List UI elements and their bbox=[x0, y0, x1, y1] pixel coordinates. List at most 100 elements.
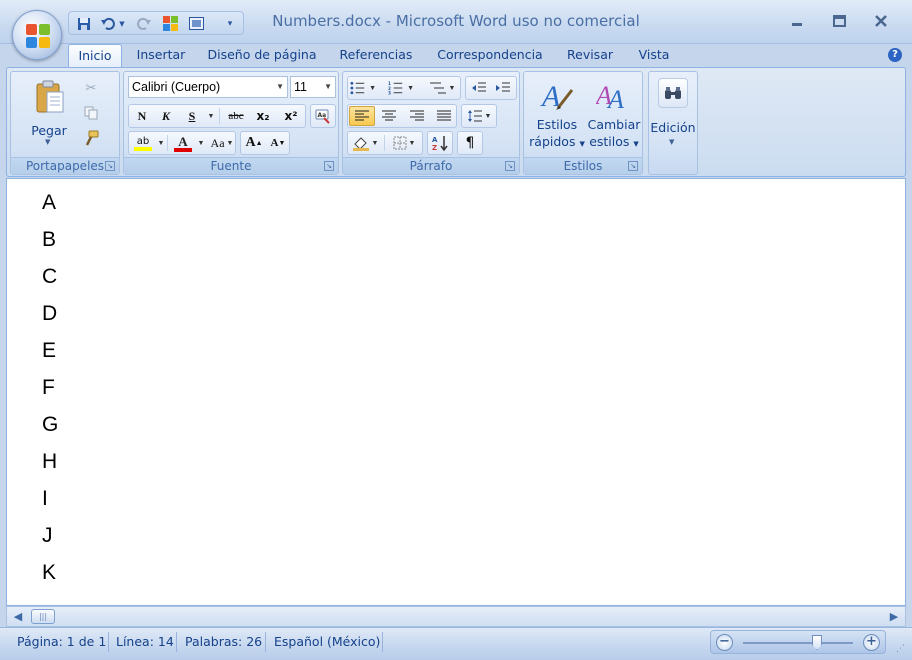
scroll-thumb[interactable]: ||| bbox=[31, 609, 55, 624]
align-left-icon[interactable] bbox=[349, 106, 375, 126]
paragraph-group: ▼ 123 ▼ ▼ ▼ ▼ ▼ A Z ¶ Párrafo ↘ bbox=[342, 71, 520, 175]
align-center-icon[interactable] bbox=[376, 106, 402, 126]
change-styles-button[interactable]: AA Cambiar estilos ▼ bbox=[586, 76, 642, 152]
numbering-button[interactable]: 123 ▼ bbox=[388, 78, 414, 98]
shrink-font-button[interactable]: A ▼ bbox=[267, 133, 289, 153]
strikethrough-button[interactable]: abc bbox=[223, 106, 249, 126]
copy-icon[interactable] bbox=[81, 103, 101, 123]
align-right-icon[interactable] bbox=[404, 106, 430, 126]
paste-button[interactable]: Pegar ▼ bbox=[23, 78, 75, 150]
tab-insertar[interactable]: Insertar bbox=[130, 44, 192, 68]
maximize-icon[interactable] bbox=[822, 10, 856, 32]
document-line[interactable]: G bbox=[42, 411, 58, 448]
italic-button[interactable]: K bbox=[155, 106, 177, 126]
subscript-button[interactable]: x₂ bbox=[251, 106, 275, 126]
font-color-button[interactable]: A bbox=[171, 133, 195, 153]
zoom-out-button[interactable]: − bbox=[716, 634, 733, 651]
indent-strip bbox=[465, 76, 517, 100]
status-bar: Página: 1 de 1 Línea: 14 Palabras: 26 Es… bbox=[0, 627, 912, 660]
tab-inicio[interactable]: Inicio bbox=[68, 44, 122, 68]
status-line[interactable]: Línea: 14 bbox=[116, 634, 174, 650]
multilevel-list-button[interactable]: ▼ bbox=[428, 78, 456, 98]
title-bar: ▼ ▾ Numbers.docx - Microsoft Word uso no… bbox=[0, 0, 912, 60]
styles-launcher-icon[interactable]: ↘ bbox=[628, 161, 638, 171]
svg-text:3: 3 bbox=[388, 91, 391, 95]
document-line[interactable]: H bbox=[42, 448, 58, 485]
document-line[interactable]: I bbox=[42, 485, 58, 522]
increase-indent-icon[interactable] bbox=[492, 78, 514, 98]
document-line[interactable]: E bbox=[42, 337, 58, 374]
document-line[interactable]: J bbox=[42, 522, 58, 559]
decrease-indent-icon[interactable] bbox=[468, 78, 490, 98]
justify-icon[interactable] bbox=[431, 106, 457, 126]
svg-text:Z: Z bbox=[432, 144, 437, 151]
zoom-slider[interactable]: − + bbox=[710, 630, 886, 654]
font-launcher-icon[interactable]: ↘ bbox=[324, 161, 334, 171]
document-line[interactable]: A bbox=[42, 189, 58, 226]
highlight-button[interactable]: ab bbox=[131, 133, 155, 153]
separator bbox=[219, 108, 220, 124]
font-color-swatch bbox=[174, 147, 192, 152]
sort-icon[interactable]: AZ bbox=[430, 133, 450, 153]
separator bbox=[167, 135, 168, 151]
line-spacing-icon[interactable]: ▼ bbox=[464, 106, 494, 126]
pilcrow-icon[interactable]: ¶ bbox=[460, 133, 480, 153]
help-icon[interactable]: ? bbox=[888, 48, 902, 62]
clipboard-launcher-icon[interactable]: ↘ bbox=[105, 161, 115, 171]
underline-button[interactable]: S bbox=[181, 106, 203, 126]
status-page[interactable]: Página: 1 de 1 bbox=[17, 634, 106, 650]
status-words[interactable]: Palabras: 26 bbox=[185, 634, 262, 650]
font-size-value: 11 bbox=[294, 80, 307, 94]
zoom-in-button[interactable]: + bbox=[863, 634, 880, 651]
horizontal-scrollbar[interactable]: ◀ ||| ▶ bbox=[6, 606, 906, 627]
borders-icon[interactable]: ▼ bbox=[388, 133, 420, 153]
change-styles-label-2: estilos ▼ bbox=[589, 134, 639, 149]
tab-vista[interactable]: Vista bbox=[632, 44, 676, 68]
document-line[interactable]: B bbox=[42, 226, 58, 263]
zoom-thumb[interactable] bbox=[811, 635, 822, 650]
tab-correspondencia[interactable]: Correspondencia bbox=[432, 44, 548, 68]
highlight-dropdown-icon[interactable]: ▼ bbox=[155, 133, 165, 153]
scroll-right-icon[interactable]: ▶ bbox=[887, 610, 901, 624]
resize-grip-icon[interactable]: ⋰ bbox=[896, 644, 908, 656]
editing-group[interactable]: Edición ▼ bbox=[648, 71, 698, 175]
change-case-label: Aa bbox=[210, 135, 225, 150]
tab-diseno-de-pagina[interactable]: Diseño de página bbox=[203, 44, 321, 68]
font-color-dropdown-icon[interactable]: ▼ bbox=[195, 133, 205, 153]
status-language[interactable]: Español (México) bbox=[274, 634, 380, 650]
zoom-track[interactable] bbox=[743, 642, 853, 644]
shading-icon[interactable]: ▼ bbox=[350, 133, 380, 153]
tab-revisar[interactable]: Revisar bbox=[561, 44, 619, 68]
clear-formatting-icon[interactable]: Aa bbox=[313, 106, 333, 126]
quick-styles-button[interactable]: A Estilos rápidos ▼ bbox=[528, 76, 586, 152]
minimize-icon[interactable] bbox=[780, 10, 814, 32]
paragraph-launcher-icon[interactable]: ↘ bbox=[505, 161, 515, 171]
change-styles-label-1: Cambiar bbox=[587, 117, 641, 132]
change-case-button[interactable]: Aa ▼ bbox=[209, 133, 235, 153]
svg-text:A: A bbox=[432, 136, 438, 144]
document-line[interactable]: F bbox=[42, 374, 58, 411]
font-name-select[interactable]: Calibri (Cuerpo) ▼ bbox=[128, 76, 288, 98]
document-text[interactable]: ABCDEFGHIJK bbox=[42, 189, 58, 596]
superscript-button[interactable]: x² bbox=[279, 106, 303, 126]
bold-button[interactable]: N bbox=[131, 106, 153, 126]
paste-label: Pegar bbox=[31, 123, 67, 138]
office-button[interactable] bbox=[12, 10, 62, 60]
cut-icon[interactable]: ✂ bbox=[81, 78, 101, 98]
document-page[interactable]: ABCDEFGHIJK bbox=[6, 178, 906, 606]
grow-font-button[interactable]: A ▲ bbox=[243, 133, 265, 153]
quick-styles-label-1: Estilos bbox=[536, 117, 578, 132]
font-color-strip: ab ▼ A ▼ Aa ▼ bbox=[128, 131, 236, 155]
format-painter-icon[interactable] bbox=[81, 128, 101, 148]
office-logo-icon bbox=[26, 24, 50, 48]
document-line[interactable]: C bbox=[42, 263, 58, 300]
font-size-select[interactable]: 11 ▼ bbox=[290, 76, 336, 98]
bullets-button[interactable]: ▼ bbox=[350, 78, 376, 98]
document-line[interactable]: K bbox=[42, 559, 58, 596]
underline-dropdown-icon[interactable]: ▼ bbox=[205, 106, 215, 126]
close-icon[interactable] bbox=[864, 10, 898, 32]
scroll-left-icon[interactable]: ◀ bbox=[11, 610, 25, 624]
document-line[interactable]: D bbox=[42, 300, 58, 337]
grow-font-label: A bbox=[245, 135, 256, 150]
tab-referencias[interactable]: Referencias bbox=[335, 44, 417, 68]
